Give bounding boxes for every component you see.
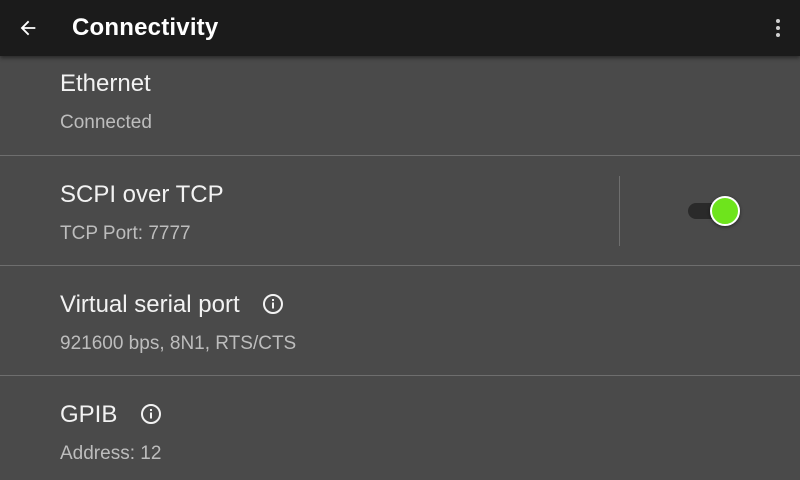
- settings-list: Ethernet Connected SCPI over TCP TCP Por…: [0, 56, 800, 480]
- list-item-title: GPIB: [60, 401, 118, 428]
- overflow-menu-button[interactable]: [762, 8, 794, 48]
- list-item-ethernet[interactable]: Ethernet Connected: [0, 56, 800, 156]
- list-item-subtitle: Address: 12: [60, 443, 162, 464]
- list-item-gpib[interactable]: GPIB Address: 12: [0, 376, 800, 480]
- info-icon[interactable]: [262, 293, 284, 315]
- list-item-subtitle: TCP Port: 7777: [60, 223, 191, 244]
- toggle-thumb: [710, 196, 740, 226]
- page-title: Connectivity: [72, 14, 219, 41]
- arrow-left-icon: [20, 20, 36, 36]
- back-button[interactable]: [8, 8, 48, 48]
- list-item-title: Virtual serial port: [60, 291, 240, 318]
- more-vertical-icon: [776, 19, 780, 37]
- list-item-subtitle: Connected: [60, 112, 152, 133]
- connectivity-screen: Connectivity Ethernet Connected SCPI ove…: [0, 0, 800, 480]
- list-item-subtitle: 921600 bps, 8N1, RTS/CTS: [60, 333, 297, 354]
- info-icon[interactable]: [140, 403, 162, 425]
- list-item-title-wrap: Virtual serial port: [60, 290, 284, 320]
- scpi-toggle-switch[interactable]: [686, 196, 742, 226]
- list-item-title: Ethernet: [60, 70, 151, 97]
- list-item-title-wrap: GPIB: [60, 400, 162, 430]
- list-item-virtual-serial-port[interactable]: Virtual serial port 921600 bps, 8N1, RTS…: [0, 266, 800, 376]
- vertical-divider: [619, 176, 620, 246]
- list-item-scpi-over-tcp[interactable]: SCPI over TCP TCP Port: 7777: [0, 156, 800, 266]
- list-item-title: SCPI over TCP: [60, 181, 224, 208]
- top-app-bar: Connectivity: [0, 0, 800, 56]
